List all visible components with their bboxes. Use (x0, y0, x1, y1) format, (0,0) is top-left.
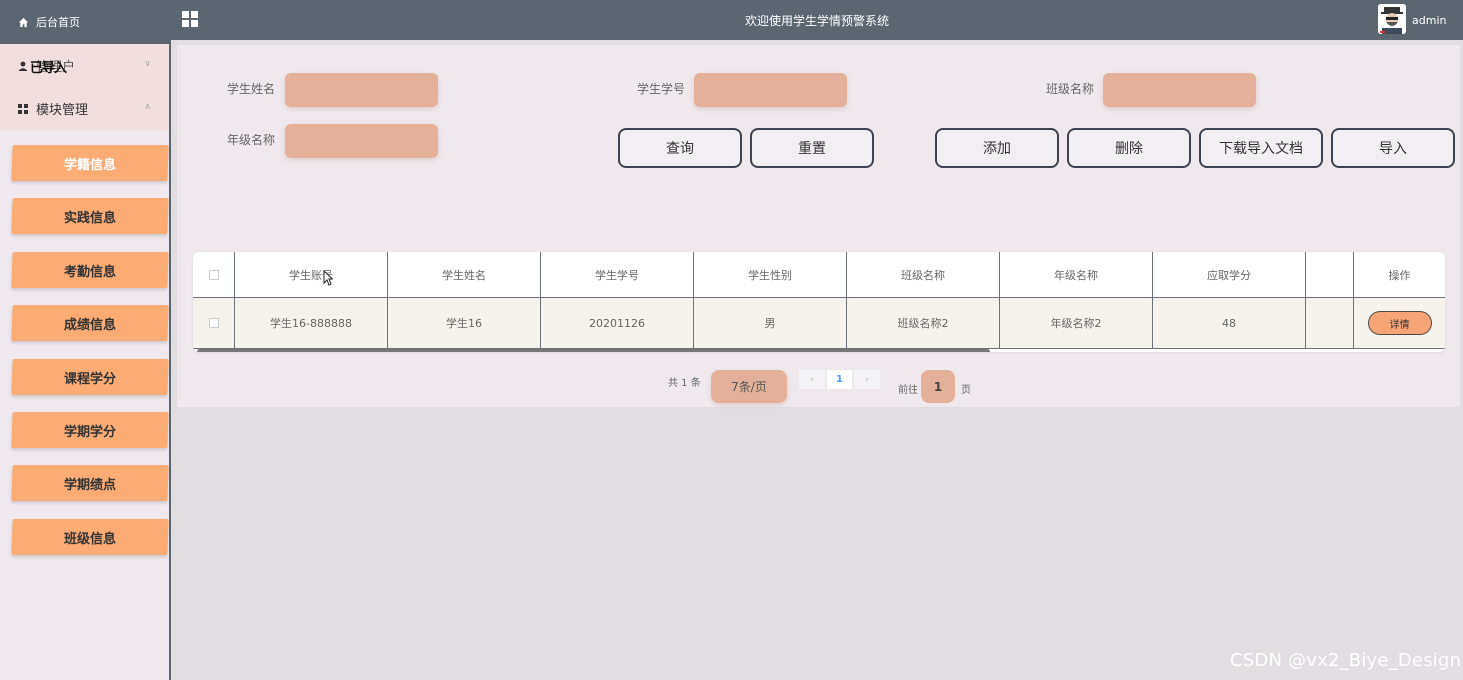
goto-page-input[interactable]: 1 (921, 370, 955, 403)
action-cell: 详情 (1354, 298, 1445, 349)
toast-overlay: 已导入 (30, 61, 67, 76)
table-cell: 男 (694, 298, 847, 349)
sidebar-item-label: 实践信息 (63, 210, 116, 226)
sidebar-item-attendance[interactable]: 考勤信息 (11, 252, 169, 288)
next-page-button[interactable]: › (854, 370, 880, 389)
table-cell: 学生16 (388, 298, 541, 349)
avatar[interactable] (1378, 4, 1406, 34)
table-cell: 年级名称2 (1000, 298, 1153, 349)
class-name-label: 班级名称 (1046, 82, 1095, 96)
page-number-current[interactable]: 1 (827, 370, 852, 389)
column-header[interactable]: 学生学号 (541, 252, 694, 298)
sidebar-item-label: 课程学分 (63, 371, 116, 387)
page-title: 欢迎使用学生学情预警系统 (744, 14, 889, 28)
sidebar-item-term-gpa[interactable]: 学期绩点 (11, 465, 169, 501)
table-cell: 学生16-888888 (235, 298, 388, 349)
student-id-input[interactable] (694, 73, 847, 107)
sidebar-item-label: 学籍信息 (63, 157, 116, 173)
avatar-icon (1378, 4, 1406, 34)
table-cell (1306, 298, 1354, 349)
sidebar-item-term-credits[interactable]: 学期学分 (11, 412, 169, 448)
row-select-cell (193, 298, 235, 349)
import-button[interactable]: 导入 (1331, 128, 1455, 168)
class-name-input[interactable] (1103, 73, 1256, 107)
student-name-input[interactable] (285, 73, 438, 107)
chevron-down-icon: ∨ (144, 59, 151, 69)
data-table: 学生账号 学生姓名 学生学号 学生性别 班级名称 年级名称 应取学分 操作 学生… (193, 252, 1445, 352)
detail-button[interactable]: 详情 (1367, 311, 1432, 335)
grade-name-input[interactable] (285, 124, 438, 158)
sidebar-group-modules[interactable]: 模块管理 ∧ (0, 87, 169, 130)
grid-icon (18, 103, 28, 114)
column-header[interactable]: 学生性别 (694, 252, 847, 298)
page-size-select[interactable]: 7条/页 (711, 370, 787, 403)
column-header[interactable]: 学生账号 (235, 252, 388, 298)
sidebar-item-enrollment[interactable]: 学籍信息 (11, 145, 169, 181)
student-name-label: 学生姓名 (227, 82, 276, 96)
select-all-checkbox[interactable] (208, 269, 219, 280)
user-icon (18, 61, 28, 71)
column-header[interactable]: 年级名称 (1000, 252, 1153, 298)
query-button[interactable]: 查询 (618, 128, 742, 168)
sidebar-item-label: 考勤信息 (63, 264, 116, 280)
reset-button[interactable]: 重置 (750, 128, 874, 168)
student-id-label: 学生学号 (637, 82, 686, 96)
sidebar-item-label: 学期学分 (63, 424, 116, 440)
sidebar-item-course-credits[interactable]: 课程学分 (11, 359, 169, 395)
column-header[interactable]: 应取学分 (1153, 252, 1306, 298)
row-checkbox[interactable] (208, 318, 219, 328)
column-header[interactable]: 学生姓名 (388, 252, 541, 298)
add-button[interactable]: 添加 (935, 128, 1059, 168)
sidebar-item-label: 成绩信息 (63, 317, 116, 333)
prev-page-button[interactable]: ‹ (799, 370, 825, 389)
table-cell: 20201126 (541, 298, 694, 349)
home-icon (18, 17, 29, 27)
watermark: CSDN @vx2_Biye_Design (1230, 650, 1462, 671)
table-cell: 48 (1153, 298, 1306, 349)
sidebar-item-practice[interactable]: 实践信息 (11, 198, 169, 234)
page-suffix-label: 页 (961, 385, 971, 396)
username[interactable]: admin (1412, 14, 1446, 27)
cursor-icon (323, 270, 333, 286)
sidebar-item-class[interactable]: 班级信息 (11, 519, 169, 555)
grade-name-label: 年级名称 (227, 133, 276, 147)
column-header (1306, 252, 1354, 298)
goto-label: 前往 (898, 385, 918, 396)
column-header: 操作 (1354, 252, 1445, 298)
sidebar-item-label: 班级信息 (63, 531, 116, 547)
select-all-cell (193, 252, 235, 298)
column-header[interactable]: 班级名称 (847, 252, 1000, 298)
sidebar-item-grades[interactable]: 成绩信息 (11, 305, 169, 341)
sidebar: 后台首页 管理户 已导入 ∨ 模块管理 ∧ 学籍信息 实践信息 考勤信息 成绩信… (0, 0, 171, 680)
sidebar-item-label: 学期绩点 (63, 477, 116, 493)
chevron-up-icon: ∧ (144, 102, 151, 112)
sidebar-home-label: 后台首页 (36, 16, 80, 29)
sidebar-group-label: 模块管理 (36, 103, 89, 118)
delete-button[interactable]: 删除 (1067, 128, 1191, 168)
pagination-total: 共 1 条 (668, 378, 701, 389)
horizontal-scrollbar[interactable] (197, 349, 990, 352)
top-header: 欢迎使用学生学情预警系统 admin (171, 0, 1463, 40)
table-cell: 班级名称2 (847, 298, 1000, 349)
sidebar-group-users[interactable]: 管理户 已导入 ∨ (0, 44, 169, 87)
download-template-button[interactable]: 下载导入文档 (1199, 128, 1323, 168)
sidebar-home[interactable]: 后台首页 (0, 0, 169, 44)
